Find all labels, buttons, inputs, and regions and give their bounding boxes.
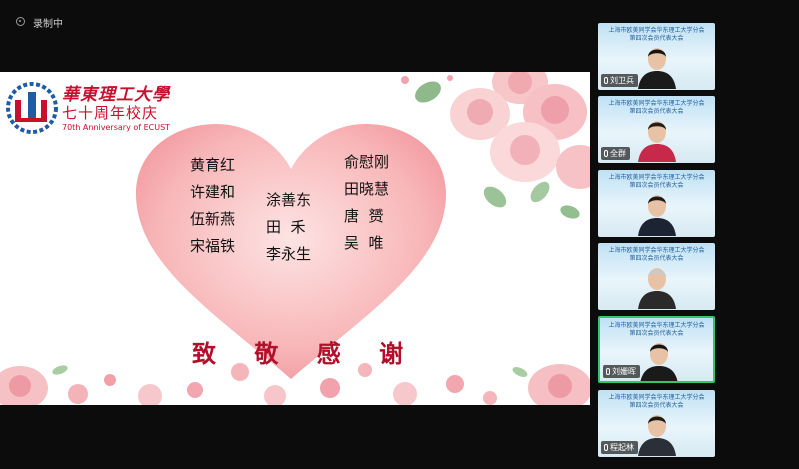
banner-line: 第四次会员代表大会 bbox=[629, 35, 684, 42]
recording-label: 录制中 bbox=[33, 19, 63, 30]
participant-video-tile[interactable]: 上海市欧美同学会华东理工大学分会 第四次会员代表大会刘卫兵 bbox=[598, 23, 715, 90]
participant-video bbox=[638, 195, 676, 236]
banner-line: 上海市欧美同学会华东理工大学分会 bbox=[608, 322, 705, 329]
name-item: 伍新燕 bbox=[190, 210, 236, 228]
participant-name: 程起林 bbox=[610, 443, 634, 452]
recording-icon bbox=[16, 17, 25, 26]
banner-line: 第四次会员代表大会 bbox=[629, 330, 684, 337]
banner-line: 上海市欧美同学会华东理工大学分会 bbox=[608, 394, 705, 401]
participant-name-tag: 刘卫兵 bbox=[601, 74, 638, 87]
background-banner: 上海市欧美同学会华东理工大学分会 第四次会员代表大会 bbox=[598, 394, 715, 410]
background-banner: 上海市欧美同学会华东理工大学分会 第四次会员代表大会 bbox=[598, 27, 715, 43]
banner-line: 上海市欧美同学会华东理工大学分会 bbox=[608, 247, 705, 254]
participant-video-tile[interactable]: 上海市欧美同学会华东理工大学分会 第四次会员代表大会程起林 bbox=[598, 390, 715, 457]
names-column-right: 俞慰刚 田晓慧 唐 赟 吴 唯 bbox=[344, 149, 389, 257]
banner-line: 第四次会员代表大会 bbox=[629, 402, 684, 409]
name-item: 吴 唯 bbox=[344, 234, 384, 252]
background-banner: 上海市欧美同学会华东理工大学分会 第四次会员代表大会 bbox=[600, 322, 713, 338]
names-column-left: 黄育红 许建和 伍新燕 宋福铁 bbox=[190, 152, 235, 260]
participant-name: 刘姗晖 bbox=[612, 367, 636, 376]
shared-slide: 華東理工大學 七十周年校庆 70th Anniversary of ECUST … bbox=[0, 72, 590, 405]
participant-video bbox=[638, 48, 676, 89]
name-item: 黄育红 bbox=[190, 156, 236, 174]
banner-line: 第四次会员代表大会 bbox=[629, 182, 684, 189]
banner-line: 第四次会员代表大会 bbox=[629, 108, 684, 115]
participant-list[interactable]: 上海市欧美同学会华东理工大学分会 第四次会员代表大会 刘卫兵 上海市欧美同学会华东理工… bbox=[594, 20, 716, 467]
ecust-logo bbox=[6, 82, 58, 134]
name-item: 宋福铁 bbox=[190, 237, 236, 255]
microphone-icon bbox=[604, 77, 608, 84]
name-item: 田 禾 bbox=[266, 218, 306, 236]
participant-video bbox=[640, 343, 678, 381]
background-banner: 上海市欧美同学会华东理工大学分会 第四次会员代表大会 bbox=[598, 100, 715, 116]
banner-line: 第四次会员代表大会 bbox=[629, 255, 684, 262]
microphone-icon bbox=[606, 368, 610, 375]
participant-name-tag: 刘姗晖 bbox=[603, 365, 640, 378]
microphone-icon bbox=[604, 150, 608, 157]
name-item: 俞慰刚 bbox=[344, 153, 390, 171]
background-banner: 上海市欧美同学会华东理工大学分会 第四次会员代表大会 bbox=[598, 247, 715, 263]
banner-line: 上海市欧美同学会华东理工大学分会 bbox=[608, 174, 705, 181]
participant-video bbox=[638, 121, 676, 162]
banner-line: 上海市欧美同学会华东理工大学分会 bbox=[608, 27, 705, 34]
participant-video-tile[interactable]: 上海市欧美同学会华东理工大学分会 第四次会员代表大会刘姗晖 bbox=[598, 316, 715, 383]
banner-line: 上海市欧美同学会华东理工大学分会 bbox=[608, 100, 705, 107]
participant-name-tag: 全群 bbox=[601, 147, 630, 160]
participant-video bbox=[638, 415, 676, 456]
name-item: 李永生 bbox=[266, 245, 312, 263]
name-item: 田晓慧 bbox=[344, 180, 390, 198]
participant-video-tile[interactable]: 上海市欧美同学会华东理工大学分会 第四次会员代表大会 bbox=[598, 243, 715, 310]
names-column-middle: 涂善东 田 禾 李永生 bbox=[266, 187, 311, 268]
recording-bar: 录制中 bbox=[0, 0, 590, 44]
background-banner: 上海市欧美同学会华东理工大学分会 第四次会员代表大会 bbox=[598, 174, 715, 190]
name-item: 唐 赟 bbox=[344, 207, 384, 225]
microphone-icon bbox=[604, 444, 608, 451]
participant-name: 全群 bbox=[610, 149, 626, 158]
participant-name-tag: 程起林 bbox=[601, 441, 638, 454]
name-item: 许建和 bbox=[190, 183, 236, 201]
flower-border bbox=[0, 363, 590, 405]
name-item: 涂善东 bbox=[266, 191, 312, 209]
participant-video-tile[interactable]: 上海市欧美同学会华东理工大学分会 第四次会员代表大会全群 bbox=[598, 96, 715, 163]
participant-video-tile[interactable]: 上海市欧美同学会华东理工大学分会 第四次会员代表大会 bbox=[598, 170, 715, 237]
participant-name: 刘卫兵 bbox=[610, 76, 634, 85]
anniversary-title: 七十周年校庆 bbox=[62, 104, 159, 122]
participant-video bbox=[638, 268, 676, 309]
